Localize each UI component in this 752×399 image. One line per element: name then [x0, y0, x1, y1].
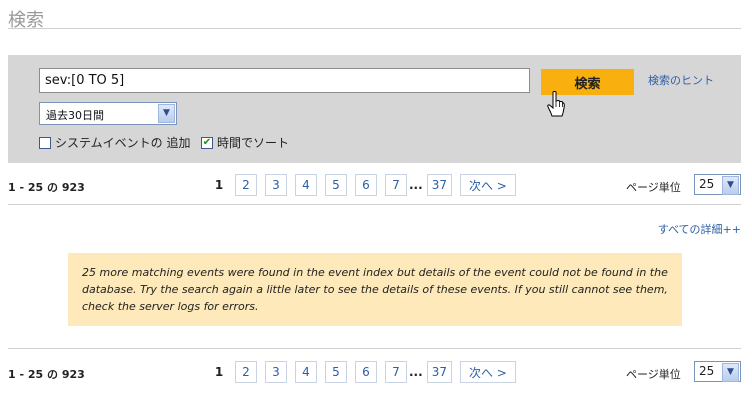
sort-by-time-checkbox[interactable]: ✔: [201, 136, 213, 149]
chevron-down-icon[interactable]: ▼: [158, 104, 175, 123]
page-link[interactable]: 4: [295, 174, 317, 196]
checkmark-icon: ✔: [202, 136, 212, 148]
page-link[interactable]: 7: [385, 361, 407, 383]
divider: [8, 348, 741, 349]
page-link[interactable]: 2: [235, 174, 257, 196]
search-input[interactable]: [39, 68, 530, 93]
pagination-ellipsis: ...: [409, 365, 423, 379]
page-link[interactable]: 2: [235, 361, 257, 383]
result-range: 1 - 25 の 923: [8, 181, 85, 194]
page-link[interactable]: 3: [265, 361, 287, 383]
last-page-link[interactable]: 37: [426, 174, 452, 196]
chevron-down-icon[interactable]: ▼: [722, 363, 739, 382]
pagination: 1 2 3 4 5 6 7 ... 37 次へ >: [209, 359, 524, 385]
page-link[interactable]: 6: [355, 174, 377, 196]
sort-by-time-label: 時間でソート: [217, 136, 290, 150]
pager-top: 1 - 25 の 923 1 2 3 4 5 6 7 ... 37 次へ > ペ…: [0, 172, 752, 198]
search-button[interactable]: 検索: [541, 69, 634, 95]
period-select[interactable]: 過去30日間 ▼: [39, 102, 177, 125]
page-link[interactable]: 5: [325, 174, 347, 196]
per-page-value: 25: [699, 177, 715, 191]
include-system-events-checkbox[interactable]: [39, 136, 51, 149]
notice-message: 25 more matching events were found in th…: [68, 253, 682, 326]
page-link[interactable]: 5: [325, 361, 347, 383]
result-range: 1 - 25 の 923: [8, 368, 85, 381]
next-page-link[interactable]: 次へ >: [459, 361, 516, 383]
title-divider: [8, 28, 741, 29]
page-link[interactable]: 4: [295, 361, 317, 383]
sort-by-time-option[interactable]: ✔ 時間でソート: [201, 134, 289, 151]
current-page: 1: [214, 178, 224, 192]
page-link[interactable]: 6: [355, 361, 377, 383]
include-system-events-label: システムイベントの 追加: [55, 136, 191, 150]
period-select-value: 過去30日間: [46, 109, 104, 122]
per-page-label: ページ単位: [626, 181, 681, 194]
last-page-link[interactable]: 37: [426, 361, 452, 383]
next-page-link[interactable]: 次へ >: [459, 174, 516, 196]
per-page-select[interactable]: 25 ▼: [694, 174, 741, 195]
all-details-link[interactable]: すべての詳細++: [658, 221, 741, 237]
per-page-value: 25: [699, 364, 715, 378]
page-link[interactable]: 7: [385, 174, 407, 196]
per-page-select[interactable]: 25 ▼: [694, 361, 741, 382]
chevron-down-icon[interactable]: ▼: [722, 176, 739, 195]
search-hint-link[interactable]: 検索のヒント: [648, 72, 714, 88]
pagination-ellipsis: ...: [409, 178, 423, 192]
include-system-events-option[interactable]: システムイベントの 追加: [39, 134, 190, 151]
page-link[interactable]: 3: [265, 174, 287, 196]
current-page: 1: [214, 365, 224, 379]
divider: [8, 204, 741, 205]
pager-bottom: 1 - 25 の 923 1 2 3 4 5 6 7 ... 37 次へ > ペ…: [0, 359, 752, 385]
search-panel: 検索 検索のヒント 過去30日間 ▼ システムイベントの 追加 ✔ 時間でソート: [8, 55, 741, 163]
pagination: 1 2 3 4 5 6 7 ... 37 次へ >: [209, 172, 524, 198]
per-page-label: ページ単位: [626, 368, 681, 381]
